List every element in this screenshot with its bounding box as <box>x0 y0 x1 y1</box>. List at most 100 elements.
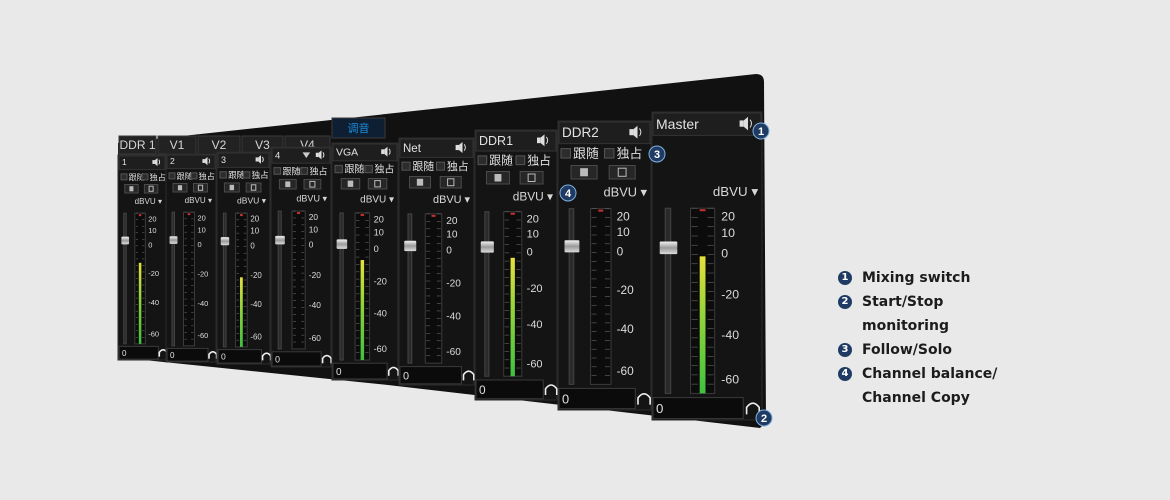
legend-item-mixing-switch: 1 Mixing switch <box>838 266 1138 290</box>
follow-checkbox[interactable] <box>401 161 411 171</box>
meter-fill <box>510 257 515 377</box>
callout-number: 4 <box>565 188 572 200</box>
copy-button[interactable] <box>303 179 322 190</box>
copy-button[interactable] <box>245 182 262 193</box>
tab-6[interactable]: 调音 <box>331 117 386 139</box>
speaker-body <box>152 160 155 164</box>
peak-indicator <box>297 212 301 215</box>
channel-strip-4: 4跟随 独占 dBVU ▾ 20 10 0 -20 -40 -60 0 <box>270 146 332 368</box>
solo-checkbox[interactable] <box>364 164 373 174</box>
scale-label: 10 <box>374 228 384 238</box>
follow-checkbox[interactable] <box>334 164 343 174</box>
meter-fill <box>239 277 243 347</box>
fader-handle[interactable] <box>404 240 417 252</box>
follow-label: 跟随 <box>489 154 513 168</box>
copy-button[interactable] <box>193 183 208 193</box>
value-field[interactable] <box>475 379 544 400</box>
solo-checkbox[interactable] <box>604 148 615 159</box>
peak-indicator <box>360 213 365 216</box>
copy-button[interactable] <box>367 178 388 190</box>
scale-label: 20 <box>250 215 259 224</box>
follow-checkbox[interactable] <box>120 173 128 181</box>
follow-checkbox[interactable] <box>168 172 176 180</box>
value-text: 0 <box>479 383 486 397</box>
balance-button[interactable] <box>124 184 139 194</box>
peak-indicator <box>431 214 436 217</box>
scale-label: 0 <box>374 244 379 254</box>
peak-indicator <box>598 209 604 212</box>
balance-icon <box>494 174 502 182</box>
scale-label: -60 <box>446 347 461 358</box>
unit-label: dBVU ▾ <box>135 197 162 206</box>
solo-checkbox[interactable] <box>243 171 251 179</box>
scale-label: 10 <box>148 226 156 235</box>
balance-button[interactable] <box>409 176 431 189</box>
scale-label: -20 <box>198 270 209 279</box>
callout-number: 1 <box>758 126 764 138</box>
balance-button[interactable] <box>485 171 510 185</box>
scale-label: -20 <box>446 279 461 290</box>
scale-label: 10 <box>721 226 735 240</box>
balance-button[interactable] <box>278 179 297 190</box>
fader-handle[interactable] <box>564 240 580 253</box>
scale-label: -60 <box>721 372 739 386</box>
tab-1[interactable]: DDR 1 <box>118 135 157 155</box>
copy-button[interactable] <box>608 165 636 180</box>
callout-number: 2 <box>761 413 767 425</box>
follow-label: 跟随 <box>283 165 301 176</box>
peak-indicator <box>510 212 515 215</box>
balance-button[interactable] <box>172 183 188 193</box>
solo-checkbox[interactable] <box>436 161 446 171</box>
scale-label: -20 <box>309 270 321 280</box>
solo-checkbox[interactable] <box>141 173 149 181</box>
tab-3[interactable]: V2 <box>197 135 241 155</box>
tab-label: V2 <box>212 138 227 152</box>
value-field[interactable] <box>399 366 462 385</box>
fader-handle[interactable] <box>220 237 230 246</box>
solo-checkbox[interactable] <box>515 155 526 166</box>
speaker-body <box>381 149 385 155</box>
fader-handle[interactable] <box>121 236 130 245</box>
scale-label: -60 <box>148 329 159 338</box>
value-text: 0 <box>122 349 127 358</box>
callout-badge-4: 4 <box>559 184 577 202</box>
balance-button[interactable] <box>340 178 361 190</box>
solo-checkbox[interactable] <box>190 172 198 180</box>
follow-solo-row: 跟随 独占 <box>168 171 215 181</box>
speaker-body <box>315 152 319 157</box>
fader-handle[interactable] <box>169 236 178 244</box>
balance-button[interactable] <box>570 165 598 180</box>
fader-handle[interactable] <box>659 241 678 255</box>
solo-checkbox[interactable] <box>300 167 309 175</box>
follow-checkbox[interactable] <box>560 148 571 159</box>
follow-checkbox[interactable] <box>477 155 488 166</box>
balance-icon <box>229 184 235 191</box>
scale-label: -40 <box>250 300 262 309</box>
value-text: 0 <box>275 354 280 364</box>
fader-handle[interactable] <box>275 235 285 245</box>
scale-label: 0 <box>250 241 255 250</box>
tab-2[interactable]: V1 <box>157 135 197 155</box>
fader-track <box>484 211 490 377</box>
copy-button[interactable] <box>439 176 462 189</box>
copy-button[interactable] <box>143 184 159 194</box>
balance-button[interactable] <box>223 182 240 193</box>
copy-button[interactable] <box>519 171 544 185</box>
value-field[interactable] <box>652 397 744 420</box>
unit-label: dBVU ▾ <box>360 195 394 206</box>
value-text: 0 <box>403 370 409 382</box>
value-field[interactable] <box>558 387 636 410</box>
fader-handle[interactable] <box>480 241 494 253</box>
channel-strip-3: 3 跟随 独占 dBVU ▾ 20 10 0 -20 -40 -60 0 <box>216 151 272 365</box>
follow-checkbox[interactable] <box>219 171 227 179</box>
channel-label: Master <box>656 116 699 132</box>
scale-label: -60 <box>527 358 543 370</box>
button-frame <box>519 171 544 185</box>
solo-label: 独占 <box>150 172 166 182</box>
balance-icon <box>177 185 183 191</box>
fader-handle[interactable] <box>336 239 348 249</box>
legend-text: Mixing switch <box>862 270 971 286</box>
legend-number-badge: 1 <box>838 271 852 285</box>
follow-checkbox[interactable] <box>273 167 282 175</box>
solo-label: 独占 <box>447 159 469 173</box>
